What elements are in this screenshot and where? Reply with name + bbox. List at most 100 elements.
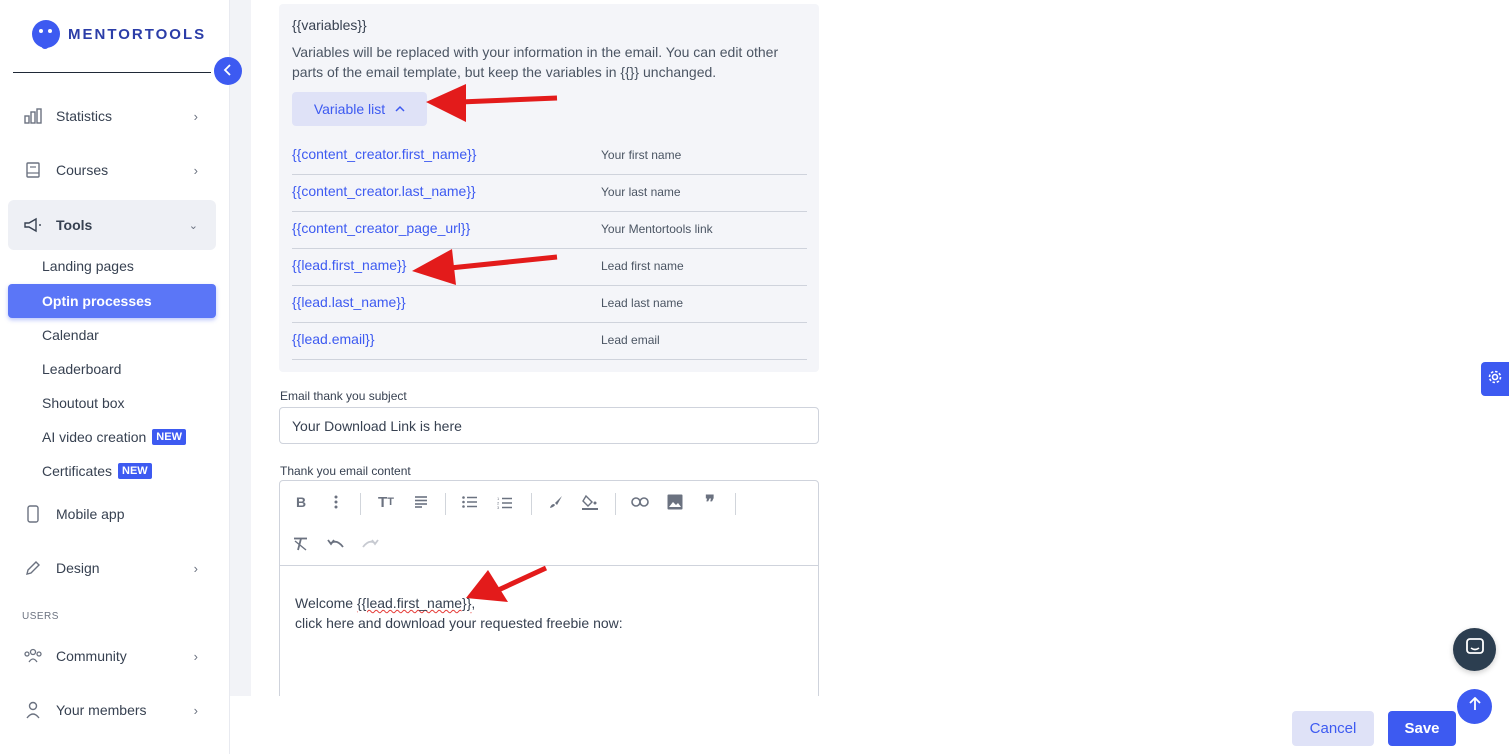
logo-icon <box>32 20 60 49</box>
sidebar-item-label: Mobile app <box>56 506 125 522</box>
lead-first-name-variable: {{lead.first_name}} <box>356 595 472 611</box>
sidebar-item-landing-pages[interactable]: Landing pages <box>8 249 216 283</box>
sidebar-item-label: Landing pages <box>42 258 134 274</box>
variable-desc: Lead last name <box>601 296 684 310</box>
bar-chart-icon <box>24 107 42 125</box>
bullet-list-icon[interactable] <box>458 490 482 514</box>
sidebar-item-label: Tools <box>56 217 93 233</box>
sidebar-item-optin-processes[interactable]: Optin processes <box>8 284 216 318</box>
fill-color-icon[interactable] <box>578 490 602 514</box>
sidebar-item-certificates[interactable]: Certificates NEW <box>8 454 216 488</box>
logo[interactable]: MENTORTOOLS <box>32 20 207 49</box>
new-badge: NEW <box>118 463 152 479</box>
sidebar-item-community[interactable]: Community › <box>8 631 216 681</box>
sidebar-item-courses[interactable]: Courses › <box>8 145 216 195</box>
gear-icon <box>1487 369 1503 390</box>
sidebar-item-leaderboard[interactable]: Leaderboard <box>8 352 216 386</box>
variable-key[interactable]: {{content_creator.first_name}} <box>292 146 476 162</box>
variable-desc: Your Mentortools link <box>601 222 713 236</box>
chevron-right-icon: › <box>193 702 198 718</box>
chevron-left-icon <box>223 63 233 79</box>
pencil-icon <box>24 559 42 577</box>
numbered-list-icon[interactable]: 123 <box>493 490 517 514</box>
variable-row: {{lead.email}} Lead email <box>292 323 807 360</box>
toolbar-separator <box>735 493 736 515</box>
variable-key[interactable]: {{lead.last_name}} <box>292 294 406 310</box>
toolbar-separator <box>360 493 361 515</box>
variable-key[interactable]: {{lead.email}} <box>292 331 375 347</box>
sidebar-item-shoutout-box[interactable]: Shoutout box <box>8 386 216 420</box>
image-icon[interactable] <box>663 490 687 514</box>
logo-text: MENTORTOOLS <box>68 25 207 43</box>
variables-description: Variables will be replaced with your inf… <box>292 44 779 80</box>
toolbar-separator <box>531 493 532 515</box>
sidebar-item-label: Your members <box>56 702 147 718</box>
variable-row: {{content_creator.first_name}} Your firs… <box>292 138 807 175</box>
sidebar-item-label: Statistics <box>56 108 113 124</box>
clear-format-icon[interactable] <box>289 532 313 556</box>
sidebar-item-label: Courses <box>56 162 109 178</box>
chevron-right-icon: › <box>193 648 198 664</box>
subject-label: Email thank you subject <box>280 389 407 403</box>
chevron-right-icon: › <box>193 162 198 178</box>
toolbar-separator <box>615 493 616 515</box>
undo-icon[interactable] <box>324 532 348 556</box>
chevron-up-icon <box>395 104 405 115</box>
variable-key[interactable]: {{content_creator.last_name}} <box>292 183 476 199</box>
settings-tab[interactable] <box>1481 362 1509 396</box>
sidebar-item-label: Leaderboard <box>42 361 122 377</box>
chevron-right-icon: › <box>193 108 198 124</box>
variable-row: {{content_creator_page_url}} Your Mentor… <box>292 212 807 249</box>
font-size-icon[interactable]: TT <box>374 490 398 514</box>
sidebar-item-calendar[interactable]: Calendar <box>8 318 216 352</box>
align-icon[interactable] <box>409 490 433 514</box>
megaphone-icon <box>24 216 42 234</box>
more-vertical-icon[interactable] <box>324 490 348 514</box>
chevron-down-icon: ⌄ <box>188 219 198 232</box>
variable-desc: Lead email <box>601 333 660 347</box>
variable-desc: Your last name <box>601 185 681 199</box>
cancel-button[interactable]: Cancel <box>1292 711 1374 746</box>
sidebar-item-tools[interactable]: Tools ⌄ <box>8 200 216 250</box>
bold-icon[interactable]: B <box>289 490 313 514</box>
collapse-sidebar-button[interactable] <box>214 57 242 85</box>
variable-row: {{lead.first_name}} Lead first name <box>292 249 807 286</box>
variable-key[interactable]: {{lead.first_name}} <box>292 257 406 273</box>
subject-input[interactable] <box>279 407 819 444</box>
quote-icon[interactable]: ❞ <box>698 490 722 514</box>
phone-icon <box>24 505 42 523</box>
toolbar-separator <box>445 493 446 515</box>
variable-list-button[interactable]: Variable list <box>292 92 427 126</box>
editor-line: click here and download your requested f… <box>295 615 623 631</box>
chevron-right-icon: › <box>193 560 198 576</box>
divider <box>13 72 211 73</box>
save-button[interactable]: Save <box>1388 711 1456 746</box>
editor-content[interactable]: Welcome {{lead.first_name}}, click here … <box>295 593 623 633</box>
link-icon[interactable] <box>628 490 652 514</box>
sidebar-item-label: Certificates <box>42 463 113 479</box>
variable-row: {{lead.last_name}} Lead last name <box>292 286 807 323</box>
svg-text:3: 3 <box>497 505 500 509</box>
variable-desc: Lead first name <box>601 259 684 273</box>
variable-desc: Your first name <box>601 148 682 162</box>
user-icon <box>24 701 42 719</box>
sidebar-item-design[interactable]: Design › <box>8 543 216 593</box>
sidebar-item-label: Calendar <box>42 327 99 343</box>
sidebar-item-label: Shoutout box <box>42 395 125 411</box>
chat-icon <box>1465 637 1485 662</box>
redo-icon[interactable] <box>358 532 382 556</box>
sidebar-item-label: Design <box>56 560 100 576</box>
variable-key[interactable]: {{content_creator_page_url}} <box>292 220 470 236</box>
sidebar-item-your-members[interactable]: Your members › <box>8 685 216 735</box>
sidebar-item-statistics[interactable]: Statistics › <box>8 91 216 141</box>
community-icon <box>24 647 42 665</box>
rich-text-editor[interactable]: B TT 123 ❞ Welcome {{lead.first_name}}, … <box>279 480 819 710</box>
variable-list-label: Variable list <box>313 101 386 117</box>
chat-button[interactable] <box>1453 628 1496 671</box>
brush-icon[interactable] <box>544 490 568 514</box>
welcome-text: Welcome <box>295 595 357 611</box>
editor-toolbar: B TT 123 ❞ <box>280 481 818 566</box>
scroll-to-top-button[interactable] <box>1457 689 1492 724</box>
sidebar-item-mobile-app[interactable]: Mobile app <box>8 489 216 539</box>
sidebar-item-ai-video-creation[interactable]: AI video creation NEW <box>8 420 216 454</box>
